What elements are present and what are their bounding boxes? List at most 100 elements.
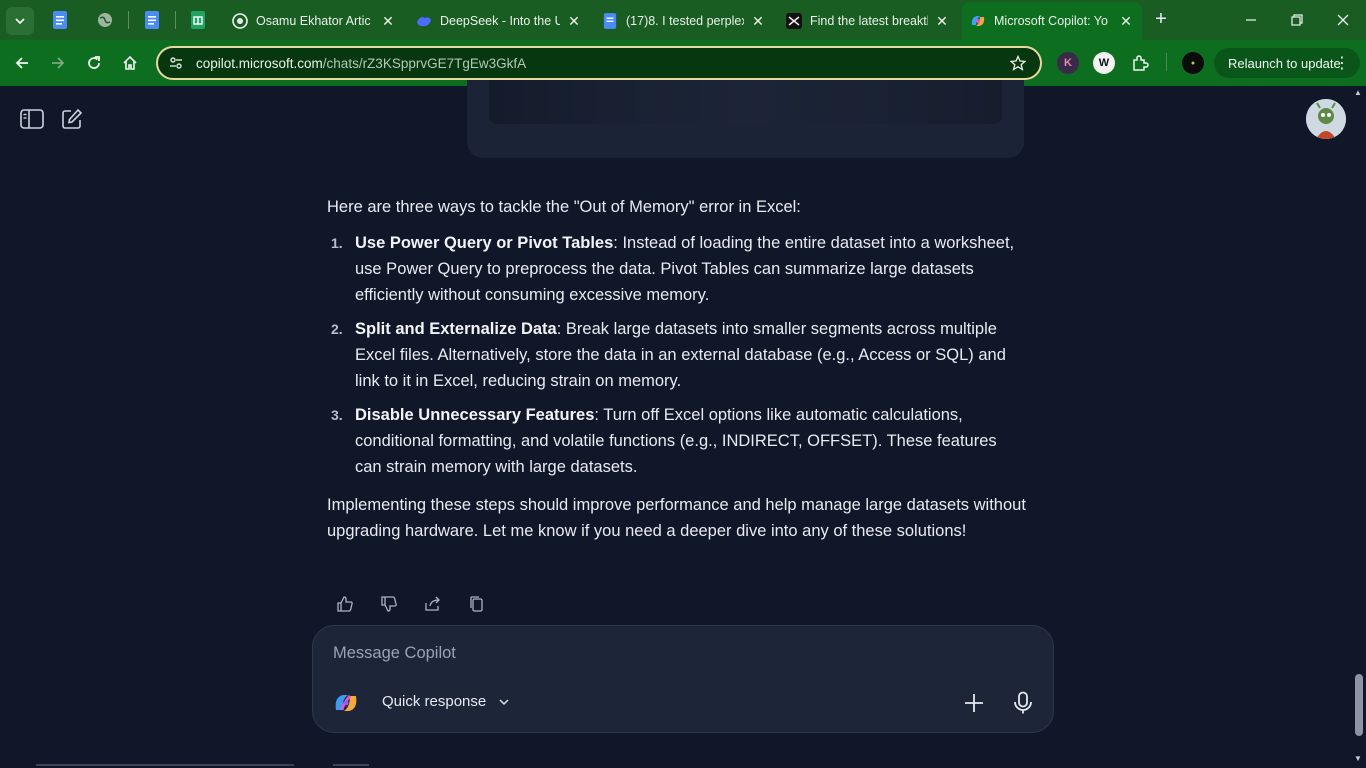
close-window-button[interactable] <box>1320 6 1366 34</box>
new-chat-button[interactable] <box>58 106 86 132</box>
thumbs-down-icon <box>381 596 397 612</box>
tab-search-button[interactable] <box>6 7 34 35</box>
deepseek-icon <box>416 13 432 29</box>
new-tab-button[interactable]: + <box>1150 9 1172 31</box>
assistant-message: Here are three ways to tackle the "Out o… <box>327 194 1027 544</box>
message-outro: Implementing these steps should improve … <box>327 496 1026 540</box>
bottom-divider <box>36 764 294 766</box>
message-composer: Message Copilot Quick response <box>312 625 1054 733</box>
chevron-down-icon <box>15 18 25 25</box>
response-mode-dropdown[interactable]: Quick response <box>382 693 510 710</box>
relaunch-label: Relaunch to update <box>1228 55 1341 71</box>
list-item-title: Disable Unnecessary Features <box>355 406 595 424</box>
home-icon <box>123 55 137 70</box>
plus-icon: + <box>1155 8 1167 30</box>
docs-icon <box>602 13 618 29</box>
message-actions <box>334 592 510 616</box>
tab-title: Osamu Ekhator Artic <box>256 14 371 28</box>
thumbs-up-icon <box>337 596 353 612</box>
solutions-list: 1. Use Power Query or Pivot Tables: Inste… <box>327 230 1027 480</box>
tab-separator <box>175 11 176 29</box>
sidebar-icon <box>20 109 44 129</box>
tab-title: Find the latest breakth <box>810 14 928 28</box>
minimize-button[interactable] <box>1228 6 1274 34</box>
copilot-icon <box>970 13 986 29</box>
scrollbar-thumb[interactable] <box>1355 674 1363 736</box>
docs-icon <box>145 11 159 29</box>
reload-icon <box>88 56 100 69</box>
share-icon <box>425 596 440 611</box>
url-text[interactable]: copilot.microsoft.com/chats/rZ3KSpprvGE7… <box>196 56 1008 71</box>
tab-deepseek[interactable]: DeepSeek - Into the U ✕ <box>408 6 590 36</box>
pinned-tab-web[interactable] <box>94 9 116 31</box>
extension-k-icon[interactable]: K <box>1057 52 1079 74</box>
tab-separator <box>128 11 129 29</box>
pinned-tab-docs-2[interactable] <box>141 9 163 31</box>
tab-perplexity[interactable]: (17)8. I tested perplex ✕ <box>594 6 774 36</box>
restore-icon <box>1291 14 1303 26</box>
close-tab-icon[interactable]: ✕ <box>380 13 396 30</box>
close-tab-icon[interactable]: ✕ <box>1118 13 1134 30</box>
sidebar-toggle-button[interactable] <box>18 106 46 132</box>
toolbar-separator <box>1166 53 1167 71</box>
thumbs-up-button[interactable] <box>334 592 378 616</box>
close-tab-icon[interactable]: ✕ <box>566 13 582 30</box>
more-vertical-icon[interactable]: ⋮ <box>1334 53 1350 73</box>
tab-copilot[interactable]: Microsoft Copilot: Yo ✕ <box>962 2 1142 40</box>
address-bar[interactable]: copilot.microsoft.com/chats/rZ3KSpprvGE7… <box>156 46 1042 80</box>
list-item-title: Split and Externalize Data <box>355 320 557 338</box>
previous-card-content <box>489 80 1002 124</box>
close-tab-icon[interactable]: ✕ <box>934 13 950 30</box>
avatar-image <box>1306 99 1346 139</box>
web-icon <box>232 13 248 29</box>
back-button[interactable] <box>8 49 36 77</box>
relaunch-to-update-button[interactable]: Relaunch to update ⋮ <box>1214 48 1360 78</box>
sheets-icon <box>191 11 205 29</box>
message-intro: Here are three ways to tackle the "Out o… <box>327 198 801 216</box>
scroll-up-arrow-icon[interactable]: ▲ <box>1354 88 1362 97</box>
message-input[interactable]: Message Copilot <box>333 644 456 663</box>
bookmark-star-icon[interactable] <box>1008 53 1028 73</box>
tab-osamu[interactable]: Osamu Ekhator Artic ✕ <box>224 6 404 36</box>
response-mode-label: Quick response <box>382 693 487 710</box>
list-item: 1. Use Power Query or Pivot Tables: Inste… <box>327 230 1027 308</box>
scroll-down-arrow-icon[interactable]: ▼ <box>1354 754 1362 763</box>
pinned-tab-sheets[interactable] <box>187 9 209 31</box>
tab-strip: Osamu Ekhator Artic ✕ DeepSeek - Into th… <box>0 0 1366 40</box>
home-button[interactable] <box>116 49 144 77</box>
copy-icon <box>470 596 483 612</box>
previous-message-card <box>467 80 1024 158</box>
minimize-icon <box>1246 19 1256 21</box>
pinned-tab-docs-1[interactable] <box>49 9 71 31</box>
chevron-down-icon <box>499 698 509 705</box>
bottom-divider <box>333 764 369 766</box>
extension-w-icon[interactable]: W <box>1093 52 1115 74</box>
reload-button[interactable] <box>80 49 108 77</box>
user-avatar[interactable] <box>1306 99 1346 139</box>
site-info-icon[interactable] <box>166 53 186 73</box>
copy-button[interactable] <box>466 592 510 616</box>
microphone-button[interactable] <box>1009 688 1037 718</box>
restore-button[interactable] <box>1274 6 1320 34</box>
url-path: /chats/rZ3KSpprvGE7TgEw3GkfA <box>322 55 527 71</box>
tab-title: Microsoft Copilot: Yo <box>994 14 1108 28</box>
list-item: 2. Split and Externalize Data: Break larg… <box>327 316 1027 394</box>
tab-find-latest[interactable]: Find the latest breakth ✕ <box>778 6 958 36</box>
extensions-puzzle-icon[interactable] <box>1129 52 1151 74</box>
list-item-title: Use Power Query or Pivot Tables <box>355 234 614 252</box>
tab-title: (17)8. I tested perplex <box>626 14 744 28</box>
tab-title: DeepSeek - Into the U <box>440 14 560 28</box>
add-attachment-button[interactable] <box>961 690 987 716</box>
thumbs-down-button[interactable] <box>378 592 422 616</box>
docs-icon <box>53 11 67 29</box>
site-icon <box>786 13 802 29</box>
compose-icon <box>62 108 83 129</box>
forward-button[interactable] <box>44 49 72 77</box>
url-domain: copilot.microsoft.com <box>196 55 323 71</box>
profile-avatar[interactable]: ● <box>1182 52 1204 74</box>
close-tab-icon[interactable]: ✕ <box>750 13 766 30</box>
list-number: 1. <box>331 235 343 251</box>
back-arrow-icon <box>15 57 28 69</box>
share-button[interactable] <box>422 592 466 616</box>
page-scrollbar[interactable]: ▲ ▼ <box>1352 86 1366 768</box>
